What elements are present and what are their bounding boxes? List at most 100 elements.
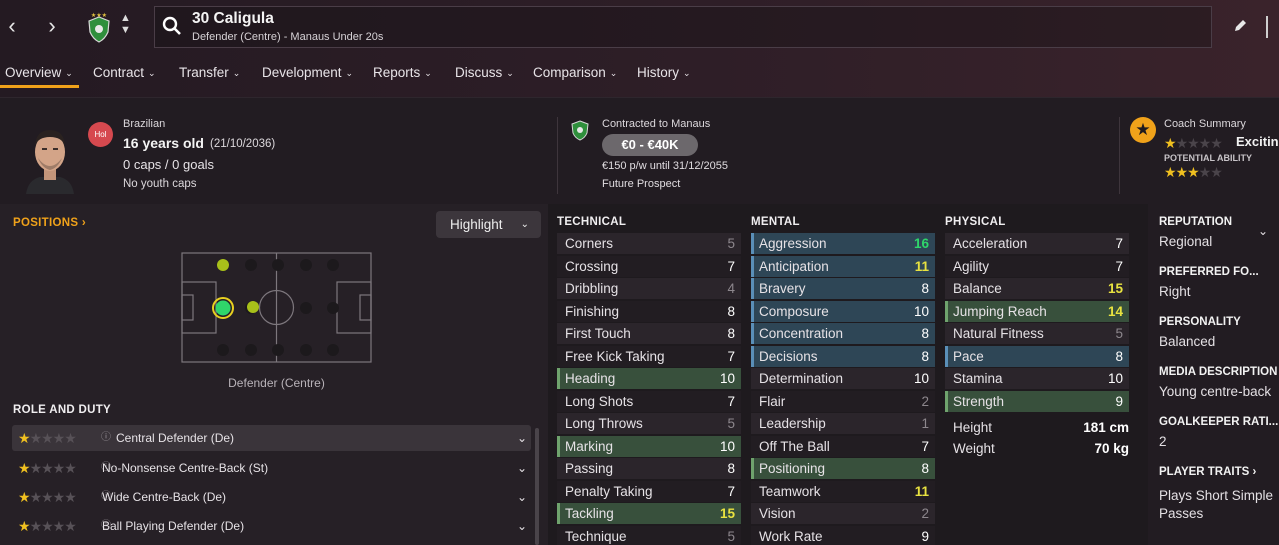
attribute-row[interactable]: Off The Ball 7 [751, 435, 935, 457]
attribute-row[interactable]: Natural Fitness 5 [945, 323, 1129, 344]
weight-row: Weight 70 kg [945, 438, 1137, 460]
tab-discuss[interactable]: Discuss ⌄ [455, 59, 514, 87]
media-description-label: MEDIA DESCRIPTION [1159, 366, 1278, 378]
attribute-value: 8 [727, 326, 735, 341]
attribute-value: 7 [1115, 236, 1123, 251]
tab-label: History [637, 65, 680, 80]
attribute-value: 11 [914, 483, 929, 499]
attribute-name: Concentration [759, 326, 844, 341]
tab-label: Overview [5, 65, 62, 80]
attribute-value: 8 [921, 326, 929, 341]
role-stars: ★★★★★ [18, 489, 77, 505]
highlight-dropdown[interactable]: Highlight ⌄ [436, 211, 541, 238]
attribute-row[interactable]: Jumping Reach 14 [945, 300, 1129, 322]
attribute-name: Work Rate [759, 528, 823, 544]
attribute-row[interactable]: Positioning 8 [751, 458, 935, 479]
tab-transfer[interactable]: Transfer ⌄ [179, 59, 240, 87]
attribute-row[interactable]: Dribbling 4 [557, 278, 741, 299]
attribute-row[interactable]: Strength 9 [945, 390, 1129, 412]
attribute-row[interactable]: Vision 2 [751, 503, 935, 524]
value-range-badge: €0 - €40K [602, 134, 698, 156]
attribute-row[interactable]: Pace 8 [945, 345, 1129, 367]
attribute-name: Jumping Reach [953, 303, 1047, 319]
positions-title[interactable]: POSITIONS › [13, 217, 86, 229]
attribute-name: Balance [953, 281, 1002, 296]
height-row: Height 181 cm [945, 417, 1137, 439]
attribute-name: Strength [953, 393, 1005, 409]
attribute-row[interactable]: Teamwork 11 [751, 480, 935, 502]
attribute-row[interactable]: Aggression 16 [751, 233, 935, 254]
attribute-row[interactable]: Stamina 10 [945, 368, 1129, 389]
attribute-row[interactable]: Leadership 1 [751, 413, 935, 434]
attribute-row[interactable]: Tackling 15 [557, 503, 741, 524]
attribute-name: Vision [759, 506, 796, 521]
player-traits-title: PLAYER TRAITS [1159, 466, 1250, 478]
attribute-row[interactable]: Free Kick Taking 7 [557, 345, 741, 367]
role-row[interactable]: ★★★★★ ⓘ Wide Centre-Back (De) ⌄ [12, 484, 531, 510]
attribute-row[interactable]: Passing 8 [557, 458, 741, 479]
attribute-name: Leadership [759, 416, 826, 431]
attribute-row[interactable]: Crossing 7 [557, 255, 741, 277]
contract-label: Contracted to Manaus [602, 118, 711, 130]
chevron-down-icon[interactable]: ⌄ [517, 513, 527, 539]
role-row[interactable]: ★★★★★ ⓘ Central Defender (De) ⌄ [12, 425, 531, 451]
chevron-down-icon[interactable]: ⌄ [517, 455, 527, 481]
tab-reports[interactable]: Reports ⌄ [373, 59, 432, 87]
attribute-row[interactable]: Agility 7 [945, 255, 1129, 277]
search-icon[interactable] [162, 16, 182, 39]
attribute-value: 7 [1115, 258, 1123, 274]
tab-history[interactable]: History ⌄ [637, 59, 691, 87]
club-crest-icon [570, 118, 590, 142]
tab-development[interactable]: Development ⌄ [262, 59, 353, 87]
tab-contract[interactable]: Contract ⌄ [93, 59, 156, 87]
tab-label: Transfer [179, 65, 229, 80]
attribute-row[interactable]: Concentration 8 [751, 323, 935, 344]
role-label: Wide Centre-Back (De) [102, 490, 227, 504]
role-label: No-Nonsense Centre-Back (St) [102, 461, 269, 475]
attribute-row[interactable]: Decisions 8 [751, 345, 935, 367]
crest-switch-icon[interactable]: ▲ ▼ [120, 12, 131, 36]
attribute-row[interactable]: First Touch 8 [557, 323, 741, 344]
mental-title: MENTAL [751, 216, 800, 228]
more-icon[interactable] [1266, 16, 1279, 38]
chevron-down-icon[interactable]: ⌄ [517, 425, 527, 451]
attribute-name: Off The Ball [759, 438, 830, 454]
attribute-value: 7 [727, 348, 735, 364]
attribute-value: 1 [921, 416, 929, 431]
attribute-row[interactable]: Acceleration 7 [945, 233, 1129, 254]
attribute-row[interactable]: Technique 5 [557, 525, 741, 545]
attribute-row[interactable]: Corners 5 [557, 233, 741, 254]
forward-icon[interactable]: › [40, 12, 64, 40]
attribute-row[interactable]: Long Shots 7 [557, 390, 741, 412]
attribute-row[interactable]: Composure 10 [751, 300, 935, 322]
back-icon[interactable]: ‹ [0, 12, 24, 40]
attribute-name: Determination [759, 371, 844, 386]
attribute-name: Stamina [953, 371, 1003, 386]
potential-ability-stars: ★★★★★ [1164, 164, 1223, 180]
role-row[interactable]: ★★★★★ ⓘ Ball Playing Defender (De) ⌄ [12, 513, 531, 539]
role-row[interactable]: ★★★★★ ⓘ No-Nonsense Centre-Back (St) ⌄ [12, 455, 531, 481]
attribute-row[interactable]: Flair 2 [751, 390, 935, 412]
attribute-row[interactable]: Anticipation 11 [751, 255, 935, 277]
attribute-row[interactable]: Bravery 8 [751, 278, 935, 299]
attribute-row[interactable]: Finishing 8 [557, 300, 741, 322]
nationality: Brazilian [123, 118, 166, 130]
attribute-value: 10 [719, 438, 735, 454]
edit-icon[interactable] [1232, 18, 1248, 37]
attribute-row[interactable]: Penalty Taking 7 [557, 480, 741, 502]
tab-comparison[interactable]: Comparison ⌄ [533, 59, 617, 87]
attribute-row[interactable]: Determination 10 [751, 368, 935, 389]
attribute-row[interactable]: Balance 15 [945, 278, 1129, 299]
chevron-down-icon[interactable]: ⌄ [517, 484, 527, 510]
chevron-down-icon[interactable]: ⌄ [1258, 224, 1268, 238]
attribute-name: Dribbling [565, 281, 619, 296]
attribute-row[interactable]: Marking 10 [557, 435, 741, 457]
info-icon[interactable]: ⓘ [101, 425, 111, 451]
attribute-row[interactable]: Work Rate 9 [751, 525, 935, 545]
player-traits-label[interactable]: PLAYER TRAITS › [1159, 466, 1256, 478]
attribute-row[interactable]: Heading 10 [557, 368, 741, 389]
attribute-row[interactable]: Long Throws 5 [557, 413, 741, 434]
tab-overview[interactable]: Overview ⌄ [5, 59, 73, 87]
attribute-value: 7 [727, 483, 735, 499]
scrollbar[interactable] [535, 428, 539, 545]
